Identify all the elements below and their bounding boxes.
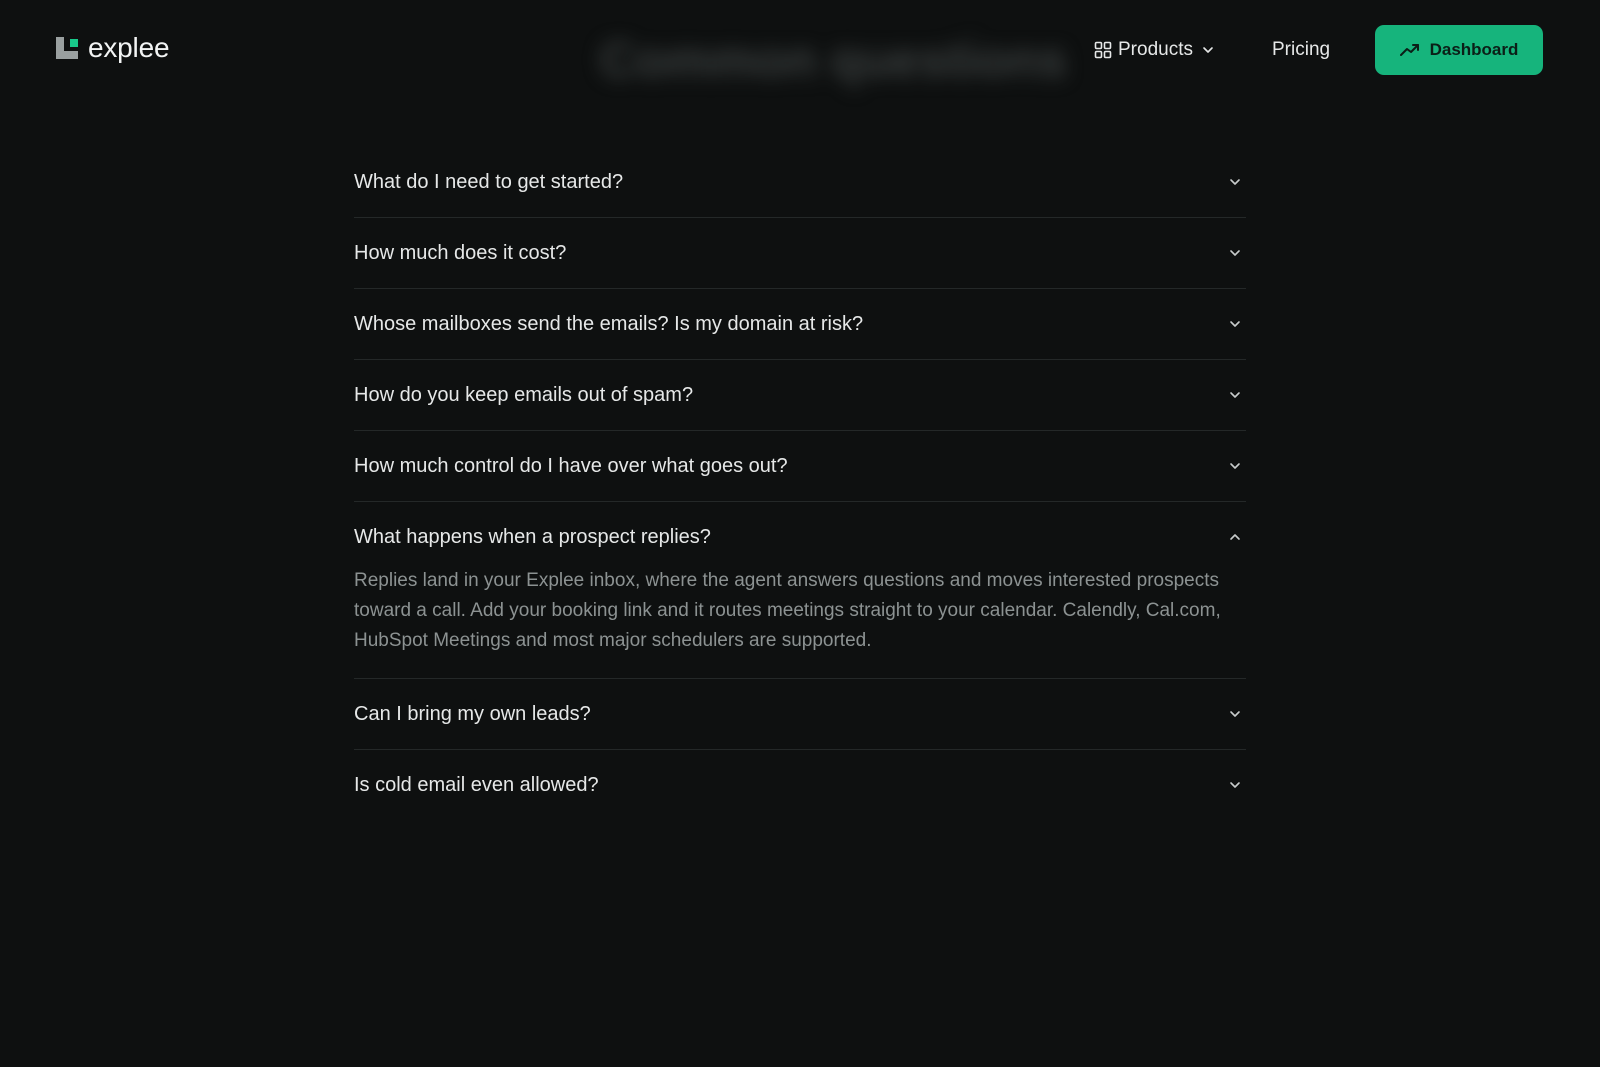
chevron-down-icon [1230,321,1240,327]
chevron-down-icon [1230,392,1240,398]
chevron-down-icon [1230,179,1240,185]
logo-text: explee [88,32,170,63]
faq-question-toggle[interactable]: Can I bring my own leads? [354,679,1246,749]
logo-icon [56,35,80,61]
chevron-down-icon [1230,250,1240,256]
dashboard-button-label: Dashboard [1429,40,1519,59]
trending-up-icon [1399,44,1419,56]
chevron-down-icon [1203,47,1213,53]
faq-question-toggle[interactable]: Is cold email even allowed? [354,750,1246,820]
nav-pricing[interactable]: Pricing [1272,36,1330,64]
nav-products-label: Products [1118,39,1193,60]
chevron-up-icon [1230,534,1240,540]
logo[interactable]: explee [56,32,170,63]
faq-question: Whose mailboxes send the emails? Is my d… [354,312,864,335]
faq-answer: Replies land in your Explee inbox, where… [354,570,1221,651]
grid-icon [1094,41,1112,59]
chevron-down-icon [1230,782,1240,788]
dashboard-button[interactable]: Dashboard [1375,25,1543,75]
faq-question-toggle[interactable]: How do you keep emails out of spam? [354,360,1246,430]
faq-item-expanded: What happens when a prospect replies? Re… [354,502,1246,679]
faq-item: Is cold email even allowed? [354,750,1246,820]
faq-item: How much does it cost? [354,218,1246,289]
faq-question-toggle[interactable]: What happens when a prospect replies? [354,502,1246,572]
faq-question: Can I bring my own leads? [354,702,591,725]
faq-question: How do you keep emails out of spam? [354,383,694,406]
faq-item: Whose mailboxes send the emails? Is my d… [354,289,1246,360]
page: explee Common questions Products Pricing… [0,0,1600,1067]
faq-item: How do you keep emails out of spam? [354,360,1246,431]
faq-list: What do I need to get started? How much … [354,147,1246,820]
blurred-page-title: Common questions [600,32,1067,88]
faq-item: How much control do I have over what goe… [354,431,1246,502]
site-header: explee Common questions Products Pricing… [0,0,1600,100]
faq-item: Can I bring my own leads? [354,679,1246,750]
faq-question: Is cold email even allowed? [354,773,599,796]
faq-question-toggle[interactable]: How much does it cost? [354,218,1246,288]
chevron-down-icon [1230,711,1240,717]
faq-question: How much does it cost? [354,241,567,264]
faq-question-toggle[interactable]: How much control do I have over what goe… [354,431,1246,501]
faq-question-toggle[interactable]: What do I need to get started? [354,147,1246,217]
chevron-down-icon [1230,463,1240,469]
faq-question: How much control do I have over what goe… [354,454,788,477]
faq-item: What do I need to get started? [354,147,1246,218]
faq-question-toggle[interactable]: Whose mailboxes send the emails? Is my d… [354,289,1246,359]
faq-question: What happens when a prospect replies? [354,525,711,548]
faq-question: What do I need to get started? [354,170,624,193]
nav-products[interactable]: Products [1094,36,1215,64]
